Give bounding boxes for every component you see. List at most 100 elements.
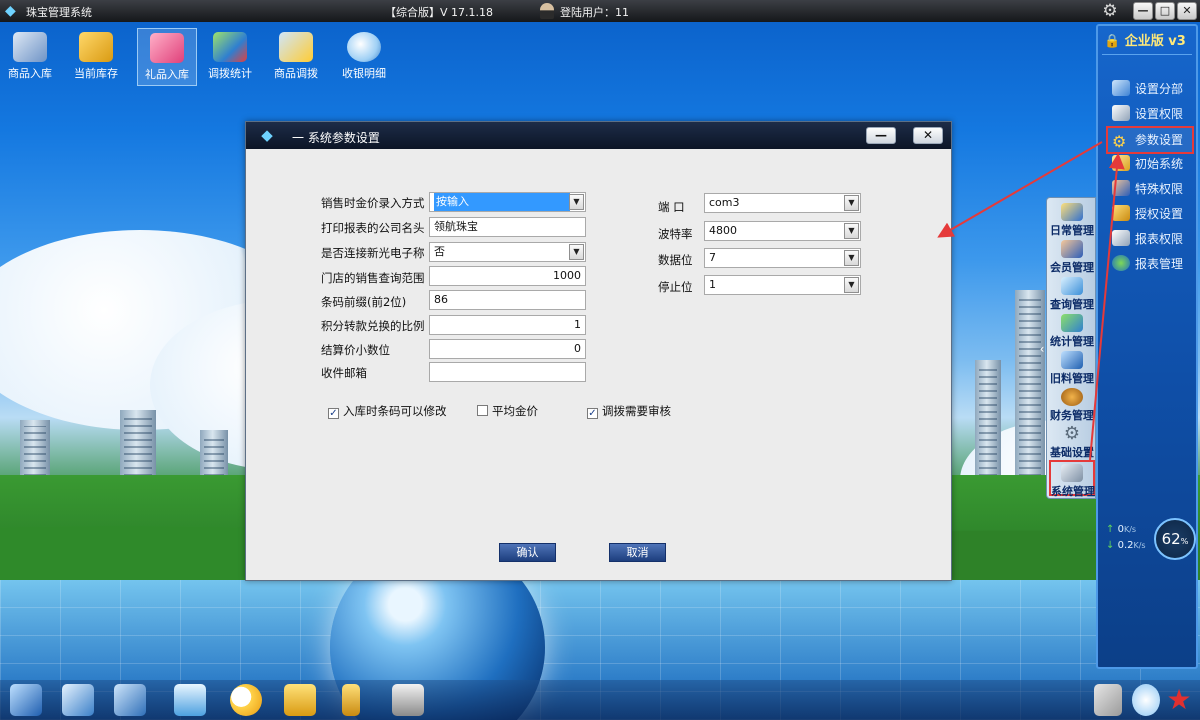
gear-icon: ⚙: [1063, 423, 1081, 444]
panel-item-parameters[interactable]: ⚙ 参数设置: [1106, 126, 1194, 154]
side-item-finance[interactable]: 财务管理: [1049, 386, 1095, 422]
side-item-system[interactable]: 系统管理: [1049, 460, 1095, 498]
maximize-button[interactable]: □: [1155, 2, 1175, 20]
data-bits-label: 数据位: [658, 253, 693, 267]
settings-dialog: ◆ 一 系统参数设置 — ✕ 销售时金价录入方式 按输入 ▼ 打印报表的公司名头…: [245, 121, 952, 581]
recycle-bin-icon[interactable]: [174, 684, 206, 716]
recycle-icon: [1061, 351, 1083, 369]
system-panel: 🔒 企业版 v3 设置分部 设置权限 ⚙ 参数设置 初始系统 特殊权限 授权设置 …: [1096, 24, 1198, 669]
stop-bits-label: 停止位: [658, 280, 693, 294]
side-item-member[interactable]: 会员管理: [1049, 238, 1095, 274]
stats-icon: [1061, 314, 1083, 332]
tools-icon: [1061, 464, 1083, 482]
chart-icon: [213, 32, 247, 62]
baud-label: 波特率: [658, 227, 693, 241]
chevron-down-icon[interactable]: ▼: [844, 250, 859, 266]
side-item-basic-settings[interactable]: ⚙ 基础设置: [1049, 423, 1095, 460]
cancel-button[interactable]: 取消: [609, 543, 666, 562]
dialog-title: 一 系统参数设置: [292, 131, 380, 145]
usage-gauge: 62%: [1154, 518, 1196, 560]
weather-icon[interactable]: [230, 684, 262, 716]
diamond-logo-icon: ◆: [261, 126, 273, 144]
company-name-label: 打印报表的公司名头: [321, 221, 425, 235]
port-select[interactable]: com3 ▼: [704, 193, 861, 213]
panel-item-report-perm[interactable]: 报表权限: [1112, 230, 1183, 252]
ok-button[interactable]: 确认: [499, 543, 556, 562]
toolbar-goods-in[interactable]: 商品入库: [0, 28, 60, 86]
toolbar-transfer-stats[interactable]: 调拨统计: [200, 28, 260, 86]
globe-icon: [1112, 255, 1130, 271]
close-button[interactable]: ✕: [1177, 2, 1197, 20]
chevron-down-icon[interactable]: ▼: [569, 244, 584, 260]
panel-item-special[interactable]: 特殊权限: [1112, 180, 1183, 202]
gold-price-mode-select[interactable]: 按输入 ▼: [429, 192, 586, 212]
download-arrow-icon: ↓: [1106, 540, 1115, 551]
toolbar-receipt-detail[interactable]: 收银明细: [334, 28, 394, 86]
wrench-icon: [1112, 105, 1130, 121]
checkbox-unchecked-icon[interactable]: [477, 405, 488, 416]
stop-bits-select[interactable]: 1 ▼: [704, 275, 861, 295]
panel-item-init[interactable]: 初始系统: [1112, 155, 1183, 177]
checkbox-checked-icon[interactable]: ✓: [587, 408, 598, 419]
side-item-stats[interactable]: 统计管理: [1049, 312, 1095, 348]
taskbar: ★: [0, 680, 1200, 720]
baud-select[interactable]: 4800 ▼: [704, 221, 861, 241]
side-item-daily[interactable]: 日常管理: [1049, 201, 1095, 237]
settle-decimals-label: 结算价小数位: [321, 343, 390, 357]
edition-badge: 🔒 企业版 v3: [1104, 34, 1186, 49]
display-search-icon[interactable]: [114, 684, 146, 716]
data-bits-select[interactable]: 7 ▼: [704, 248, 861, 268]
init-icon: [1112, 155, 1130, 171]
warehouse-icon: [13, 32, 47, 62]
side-item-query[interactable]: 查询管理: [1049, 275, 1095, 311]
minimize-button[interactable]: —: [1133, 2, 1153, 20]
settle-decimals-input[interactable]: 0: [429, 339, 586, 359]
dialog-minimize-button[interactable]: —: [866, 127, 896, 144]
barcode-editable-checkbox[interactable]: ✓ 入库时条码可以修改: [328, 403, 447, 419]
company-name-input[interactable]: 领航珠宝: [429, 217, 586, 237]
dialog-close-button[interactable]: ✕: [913, 127, 943, 144]
picture-icon[interactable]: [62, 684, 94, 716]
panel-item-branch[interactable]: 设置分部: [1112, 80, 1183, 102]
transfer-review-checkbox[interactable]: ✓ 调拨需要审核: [587, 403, 671, 419]
avg-gold-checkbox[interactable]: 平均金价: [477, 403, 538, 419]
checkbox-checked-icon[interactable]: ✓: [328, 408, 339, 419]
query-range-input[interactable]: 1000: [429, 266, 586, 286]
gift-icon: [150, 33, 184, 63]
info-icon[interactable]: [1132, 684, 1160, 716]
gear-icon[interactable]: ⚙: [1100, 1, 1120, 21]
chevron-down-icon[interactable]: ▼: [844, 223, 859, 239]
magnifier-icon: [347, 32, 381, 62]
logged-user: 登陆用户：11: [560, 6, 629, 19]
scale-connect-label: 是否连接新光电子称: [321, 246, 425, 260]
gold-price-mode-label: 销售时金价录入方式: [321, 196, 425, 210]
lock-icon[interactable]: [284, 684, 316, 716]
link-icon[interactable]: [1094, 684, 1122, 716]
panel-item-auth[interactable]: 授权设置: [1112, 205, 1183, 227]
chevron-down-icon[interactable]: ▼: [844, 195, 859, 211]
gold-bars-icon: [79, 32, 113, 62]
panel-item-report-mgmt[interactable]: 报表管理: [1112, 255, 1183, 277]
side-item-old-material[interactable]: 旧料管理: [1049, 349, 1095, 385]
points-ratio-input[interactable]: 1: [429, 315, 586, 335]
printer-icon[interactable]: [392, 684, 424, 716]
monitor-icon[interactable]: [10, 684, 42, 716]
divider: [1102, 54, 1192, 55]
chevron-down-icon[interactable]: ▼: [569, 194, 584, 210]
chevron-down-icon[interactable]: ▼: [844, 277, 859, 293]
points-ratio-label: 积分转款兑换的比例: [321, 319, 425, 333]
branch-icon: [1112, 80, 1130, 96]
toolbar-stock[interactable]: 当前库存: [66, 28, 126, 86]
star-icon[interactable]: ★: [1164, 684, 1194, 716]
email-input[interactable]: [429, 362, 586, 382]
barcode-prefix-input[interactable]: 86: [429, 290, 586, 310]
key-icon[interactable]: [342, 684, 360, 716]
toolbar-gift-in[interactable]: 礼品入库: [137, 28, 197, 86]
scale-connect-select[interactable]: 否 ▼: [429, 242, 586, 262]
upload-arrow-icon: ↑: [1106, 524, 1115, 535]
money-bag-icon: [1061, 388, 1083, 406]
panel-item-permission[interactable]: 设置权限: [1112, 105, 1183, 127]
pencil-icon: [1061, 203, 1083, 221]
transfer-icon: [279, 32, 313, 62]
toolbar-goods-transfer[interactable]: 商品调拨: [266, 28, 326, 86]
